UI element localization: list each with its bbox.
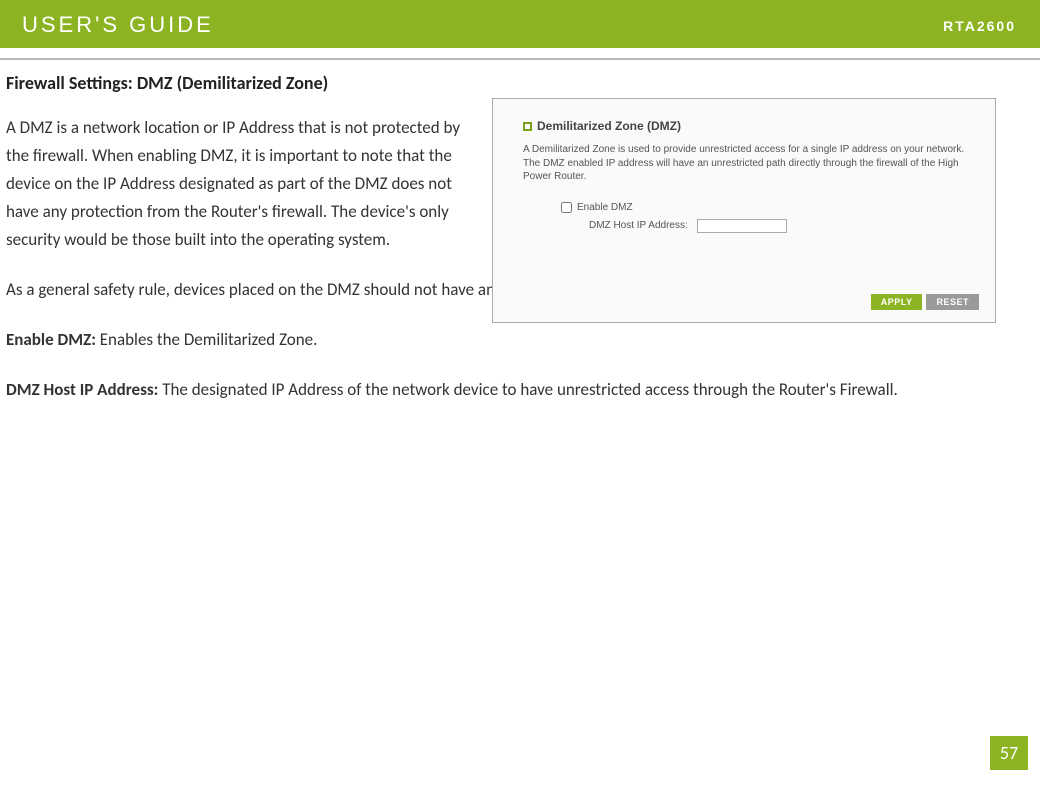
header-bar: USER'S GUIDE RTA2600 [0, 0, 1040, 48]
dmz-ip-row: DMZ Host IP Address: [561, 219, 995, 233]
enable-dmz-bold: Enable DMZ: [6, 329, 96, 350]
intro-paragraph: A DMZ is a network location or IP Addres… [6, 114, 486, 254]
dmz-host-text: The designated IP Address of the network… [158, 379, 897, 400]
enable-dmz-label: Enable DMZ [577, 202, 633, 213]
content-area: Firewall Settings: DMZ (Demilitarized Zo… [0, 48, 1040, 404]
router-ui-screenshot: Demilitarized Zone (DMZ) A Demilitarized… [492, 98, 996, 323]
breadcrumb-label: Demilitarized Zone (DMZ) [537, 119, 681, 133]
dmz-host-paragraph: DMZ Host IP Address: The designated IP A… [6, 376, 986, 404]
apply-button[interactable]: APPLY [871, 294, 923, 310]
reset-button[interactable]: RESET [926, 294, 979, 310]
dmz-ip-input[interactable] [697, 219, 787, 233]
screenshot-breadcrumb: Demilitarized Zone (DMZ) [493, 99, 995, 137]
screenshot-controls: Enable DMZ DMZ Host IP Address: [493, 192, 995, 233]
enable-dmz-paragraph: Enable DMZ: Enables the Demilitarized Zo… [6, 326, 986, 354]
header-title: USER'S GUIDE [22, 12, 214, 38]
screenshot-description: A Demilitarized Zone is used to provide … [493, 137, 995, 192]
dmz-ip-label: DMZ Host IP Address: [589, 220, 688, 231]
section-title: Firewall Settings: DMZ (Demilitarized Zo… [6, 72, 1020, 94]
dmz-host-bold: DMZ Host IP Address: [6, 379, 158, 400]
page-number: 57 [990, 736, 1028, 770]
enable-dmz-text: Enables the Demilitarized Zone. [96, 329, 318, 350]
enable-dmz-checkbox[interactable] [561, 202, 572, 213]
screenshot-buttons: APPLY RESET [871, 294, 979, 310]
enable-dmz-row: Enable DMZ [561, 202, 995, 213]
header-model: RTA2600 [943, 18, 1016, 34]
breadcrumb-icon [523, 122, 532, 131]
